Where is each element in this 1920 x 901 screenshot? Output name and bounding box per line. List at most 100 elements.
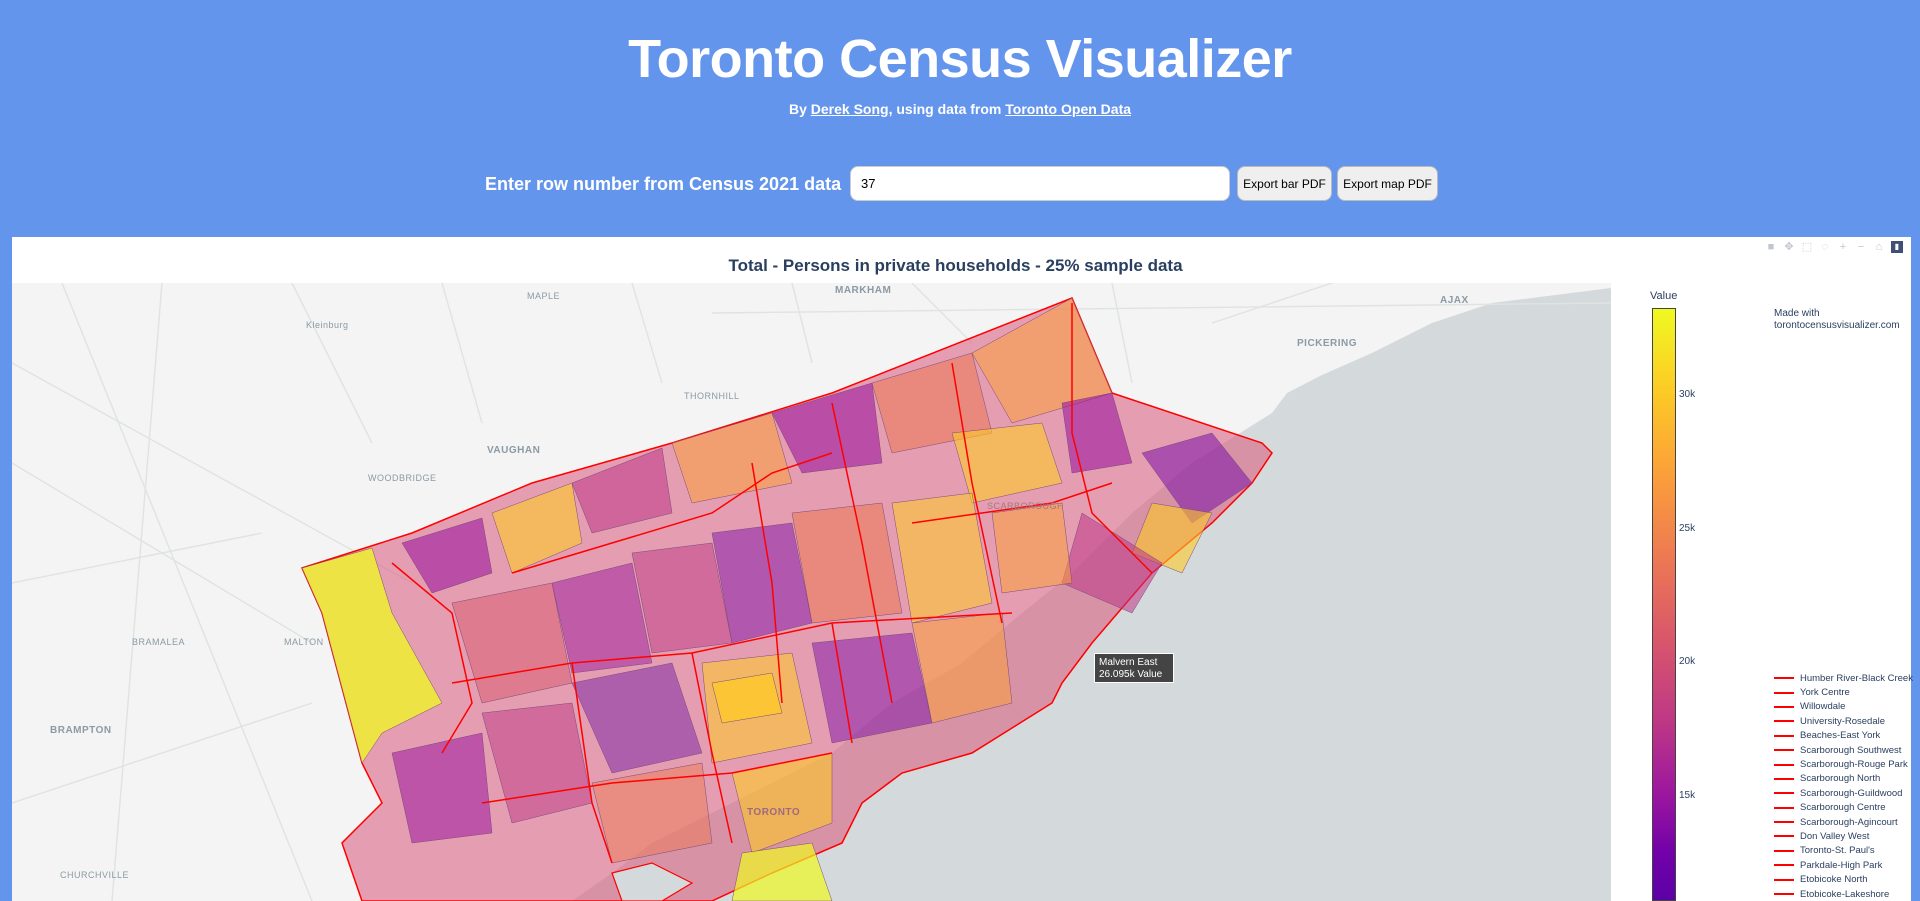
pan-icon[interactable]: ✥ bbox=[1783, 241, 1795, 253]
legend-item[interactable]: York Centre bbox=[1774, 685, 1914, 699]
legend-item[interactable]: Beaches-East York bbox=[1774, 729, 1914, 743]
legend-label: Beaches-East York bbox=[1800, 730, 1881, 742]
legend-item[interactable]: Scarborough-Rouge Park bbox=[1774, 757, 1914, 771]
plotly-logo-icon[interactable]: ▮ bbox=[1891, 241, 1903, 253]
place-label-thornhill: THORNHILL bbox=[684, 391, 740, 401]
legend-item[interactable]: Scarborough-Agincourt bbox=[1774, 815, 1914, 829]
legend-line-swatch bbox=[1774, 821, 1794, 824]
place-label-pickering: PICKERING bbox=[1297, 338, 1358, 349]
zoom-out-icon[interactable]: − bbox=[1855, 241, 1867, 253]
page-header: Toronto Census Visualizer By Derek Song,… bbox=[0, 0, 1920, 237]
export-map-pdf-button[interactable]: Export map PDF bbox=[1337, 166, 1438, 201]
hover-tooltip: Malvern East 26.095k Value bbox=[1094, 653, 1174, 683]
legend-item[interactable]: Etobicoke-Lakeshore bbox=[1774, 887, 1914, 901]
legend-label: Etobicoke-Lakeshore bbox=[1800, 888, 1890, 900]
source-link[interactable]: Toronto Open Data bbox=[1005, 101, 1131, 117]
map-canvas bbox=[12, 283, 1611, 901]
legend-label: Humber River-Black Creek bbox=[1800, 672, 1913, 684]
legend-label: Scarborough Centre bbox=[1800, 802, 1886, 814]
colorbar-title: Value bbox=[1650, 290, 1678, 302]
legend-item[interactable]: University-Rosedale bbox=[1774, 714, 1914, 728]
legend-line-swatch bbox=[1774, 792, 1794, 795]
made-with-annotation: Made with torontocensusvisualizer.com bbox=[1774, 308, 1904, 332]
camera-icon[interactable]: ■ bbox=[1765, 241, 1777, 253]
choropleth-map[interactable]: MARKHAM AJAX PICKERING VAUGHAN BRAMPTON … bbox=[12, 283, 1611, 901]
legend-item[interactable]: Don Valley West bbox=[1774, 829, 1914, 843]
place-label-malton: MALTON bbox=[284, 637, 324, 647]
legend-line-swatch bbox=[1774, 734, 1794, 737]
legend-line-swatch bbox=[1774, 777, 1794, 780]
legend-label: Parkdale-High Park bbox=[1800, 859, 1883, 871]
author-link[interactable]: Derek Song bbox=[811, 101, 889, 117]
tooltip-name: Malvern East bbox=[1099, 657, 1158, 668]
plot-modebar: ■ ✥ ⬚ ◌ + − ⌂ ▮ bbox=[1765, 241, 1903, 253]
place-label-kleinburg: Kleinburg bbox=[306, 320, 349, 330]
place-label-brampton: BRAMPTON bbox=[50, 725, 112, 736]
place-label-woodbridge: WOODBRIDGE bbox=[368, 473, 437, 483]
legend-label: Scarborough-Agincourt bbox=[1800, 816, 1898, 828]
legend-label: Don Valley West bbox=[1800, 830, 1870, 842]
place-label-bramalea: BRAMALEA bbox=[132, 637, 186, 647]
legend-item[interactable]: Scarborough North bbox=[1774, 772, 1914, 786]
place-label-toronto: TORONTO bbox=[747, 807, 801, 818]
plot-panel: ■ ✥ ⬚ ◌ + − ⌂ ▮ Total - Persons in priva… bbox=[12, 237, 1914, 901]
legend-item[interactable]: Parkdale-High Park bbox=[1774, 858, 1914, 872]
legend-line-swatch bbox=[1774, 763, 1794, 766]
place-label-maple: MAPLE bbox=[527, 291, 561, 301]
page-title: Toronto Census Visualizer bbox=[628, 29, 1292, 89]
legend-line-swatch bbox=[1774, 864, 1794, 867]
legend-label: Willowdale bbox=[1800, 701, 1846, 713]
row-number-label: Enter row number from Census 2021 data bbox=[485, 174, 842, 194]
colorbar-tick: 25k bbox=[1679, 523, 1696, 534]
byline: By Derek Song, using data from Toronto O… bbox=[0, 101, 1920, 117]
legend-item[interactable]: Willowdale bbox=[1774, 700, 1914, 714]
legend-line-swatch bbox=[1774, 849, 1794, 852]
legend-label: Toronto-St. Paul's bbox=[1800, 845, 1875, 857]
legend-line-swatch bbox=[1774, 691, 1794, 694]
colorbar-tick: 15k bbox=[1679, 790, 1696, 801]
legend-label: Scarborough-Rouge Park bbox=[1800, 759, 1908, 771]
legend-label: Etobicoke North bbox=[1800, 874, 1868, 886]
legend-line-swatch bbox=[1774, 677, 1794, 680]
place-label-vaughan: VAUGHAN bbox=[487, 445, 541, 456]
legend-item[interactable]: Humber River-Black Creek bbox=[1774, 671, 1914, 685]
legend-line-swatch bbox=[1774, 705, 1794, 708]
legend-line-swatch bbox=[1774, 835, 1794, 838]
place-label-scarborough: SCARBOROUGH bbox=[987, 501, 1065, 511]
legend-label: University-Rosedale bbox=[1800, 715, 1886, 727]
legend-line-swatch bbox=[1774, 749, 1794, 752]
zoom-in-icon[interactable]: + bbox=[1837, 241, 1849, 253]
legend-line-swatch bbox=[1774, 878, 1794, 881]
made-with-site: torontocensusvisualizer.com bbox=[1774, 320, 1900, 331]
row-number-input[interactable] bbox=[850, 166, 1230, 201]
legend-item[interactable]: Scarborough Centre bbox=[1774, 801, 1914, 815]
legend-item[interactable]: Etobicoke North bbox=[1774, 872, 1914, 886]
colorbar bbox=[1652, 308, 1676, 901]
box-select-icon[interactable]: ⬚ bbox=[1801, 241, 1813, 253]
legend-label: Scarborough-Guildwood bbox=[1800, 787, 1903, 799]
byline-prefix: By bbox=[788, 101, 811, 117]
riding-legend: Humber River-Black Creek York Centre Willo… bbox=[1774, 671, 1914, 901]
legend-label: Scarborough North bbox=[1800, 773, 1881, 785]
plot-title: Total - Persons in private households - … bbox=[728, 256, 1183, 275]
place-label-churchville: CHURCHVILLE bbox=[60, 870, 130, 880]
place-label-ajax: AJAX bbox=[1440, 295, 1469, 306]
colorbar-tick: 30k bbox=[1679, 389, 1696, 400]
colorbar-tick: 20k bbox=[1679, 656, 1696, 667]
legend-item[interactable]: Scarborough-Guildwood bbox=[1774, 786, 1914, 800]
legend-label: Scarborough Southwest bbox=[1800, 744, 1902, 756]
legend-line-swatch bbox=[1774, 720, 1794, 723]
legend-line-swatch bbox=[1774, 806, 1794, 809]
made-with-text: Made with bbox=[1774, 308, 1820, 319]
tooltip-value: 26.095k Value bbox=[1099, 669, 1163, 680]
byline-middle: , using data from bbox=[888, 101, 1006, 117]
legend-label: York Centre bbox=[1800, 687, 1850, 699]
home-icon[interactable]: ⌂ bbox=[1873, 241, 1885, 253]
legend-item[interactable]: Scarborough Southwest bbox=[1774, 743, 1914, 757]
export-bar-pdf-button[interactable]: Export bar PDF bbox=[1237, 166, 1332, 201]
legend-item[interactable]: Toronto-St. Paul's bbox=[1774, 844, 1914, 858]
place-label-markham: MARKHAM bbox=[835, 285, 892, 296]
legend-line-swatch bbox=[1774, 893, 1794, 896]
lasso-icon[interactable]: ◌ bbox=[1819, 241, 1831, 253]
controls-row: Enter row number from Census 2021 data E… bbox=[0, 166, 1920, 202]
